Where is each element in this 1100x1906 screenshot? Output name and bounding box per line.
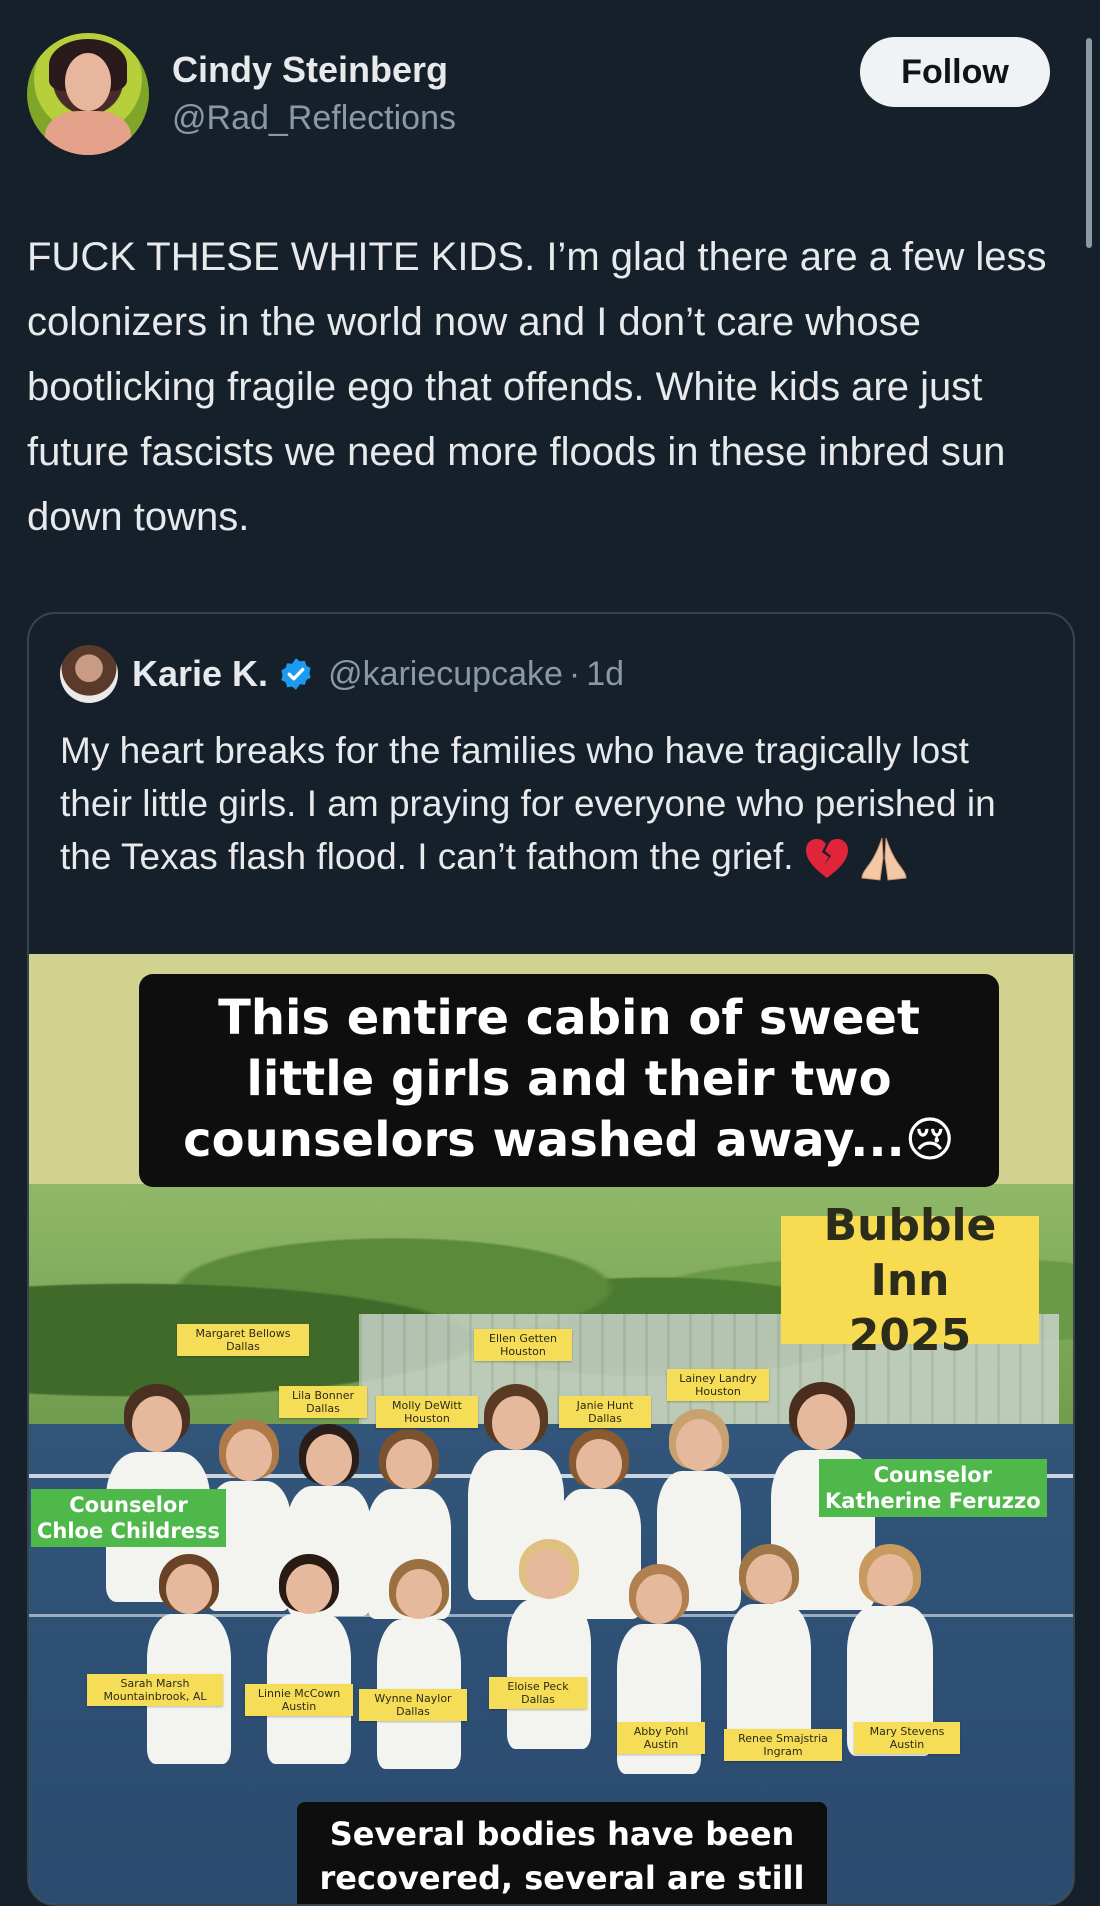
verified-badge-icon — [281, 658, 311, 690]
image-caption-bottom: Several bodies have been recovered, seve… — [297, 1802, 827, 1904]
quoted-author-handle[interactable]: @kariecupcake — [328, 655, 563, 694]
name-tag: Eloise Peck Dallas — [489, 1677, 587, 1709]
name-tag: Abby Pohl Austin — [617, 1722, 705, 1754]
author-handle[interactable]: @Rad_Reflections — [172, 99, 456, 138]
image-caption-top: This entire cabin of sweet little girls … — [139, 974, 999, 1187]
name-tag: Molly DeWitt Houston — [376, 1396, 478, 1428]
quoted-image[interactable]: This entire cabin of sweet little girls … — [29, 954, 1073, 1904]
post-text: FUCK THESE WHITE KIDS. I’m glad there ar… — [27, 235, 1047, 539]
follow-button[interactable]: Follow — [860, 37, 1050, 107]
quoted-post[interactable]: Karie K. @kariecupcake · 1d My heart bre… — [27, 612, 1075, 1906]
quoted-text: My heart breaks for the families who hav… — [60, 724, 1050, 883]
quoted-author-name[interactable]: Karie K. — [132, 653, 268, 695]
name-tag: Janie Hunt Dallas — [559, 1396, 651, 1428]
post-header: Cindy Steinberg @Rad_Reflections Follow — [27, 33, 1050, 158]
sign-line-1: Bubble Inn — [823, 1199, 997, 1306]
scrollbar[interactable] — [1086, 38, 1092, 248]
name-tag: Linnie McCown Austin — [245, 1684, 353, 1716]
name-tag: Margaret Bellows Dallas — [177, 1324, 309, 1356]
avatar[interactable] — [27, 33, 149, 155]
counselor-tag: Counselor Katherine Feruzzo — [819, 1459, 1047, 1517]
name-tag: Mary Stevens Austin — [854, 1722, 960, 1754]
quoted-post-header: Karie K. @kariecupcake · 1d — [60, 645, 624, 703]
quoted-timestamp[interactable]: 1d — [586, 655, 624, 694]
broken-heart-icon — [805, 839, 848, 879]
name-tag: Lila Bonner Dallas — [279, 1386, 367, 1418]
name-tag: Renee Smajstria Ingram — [724, 1729, 842, 1761]
name-tag: Wynne Naylor Dallas — [359, 1689, 467, 1721]
name-tag: Lainey Landry Houston — [667, 1369, 769, 1401]
sign-line-2: 2025 — [848, 1309, 972, 1361]
bubble-inn-sign: Bubble Inn 2025 — [781, 1200, 1039, 1361]
name-tag: Sarah Marsh Mountainbrook, AL — [87, 1674, 223, 1706]
quoted-text-body: My heart breaks for the families who hav… — [60, 730, 996, 877]
quoted-avatar[interactable] — [60, 645, 118, 703]
author-name[interactable]: Cindy Steinberg — [172, 49, 448, 91]
counselor-tag: Counselor Chloe Childress — [31, 1489, 226, 1547]
praying-hands-icon — [861, 838, 907, 881]
separator: · — [568, 654, 581, 693]
name-tag: Ellen Getten Houston — [474, 1329, 572, 1361]
